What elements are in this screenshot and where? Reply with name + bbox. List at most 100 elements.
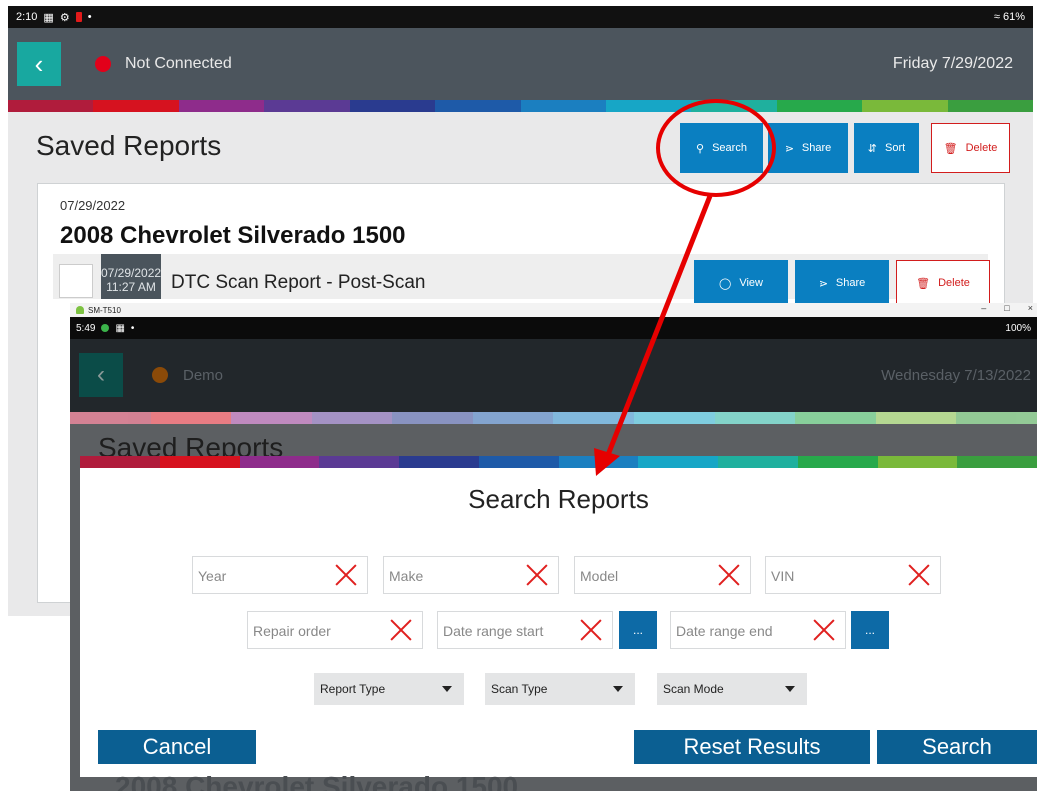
vin-field[interactable]: VIN: [765, 556, 941, 594]
report-row[interactable]: 07/29/2022 11:27 AM DTC Scan Report - Po…: [53, 254, 990, 306]
maximize-icon[interactable]: □: [1004, 303, 1009, 313]
stripe-segment: [862, 100, 948, 112]
row-date: 07/29/2022: [101, 266, 162, 280]
stripe-segment: [349, 100, 436, 112]
dot-icon: •: [87, 11, 92, 23]
stripe-segment: [957, 456, 1037, 468]
minimize-icon[interactable]: –: [981, 303, 986, 313]
scan-type-dropdown[interactable]: Scan Type: [485, 673, 635, 705]
status-time: 2:10: [16, 11, 38, 23]
stripe-segment: [956, 412, 1037, 424]
row-delete-button[interactable]: 🗑 Delete: [896, 260, 990, 306]
scan-type-label: Scan Type: [491, 682, 548, 696]
year-placeholder: Year: [198, 568, 227, 584]
window-title: SM-T510: [88, 305, 121, 315]
back-button[interactable]: ‹: [79, 353, 123, 397]
row-delete-label: Delete: [938, 277, 970, 289]
header-date: Friday 7/29/2022: [892, 55, 1013, 72]
scan-mode-dropdown[interactable]: Scan Mode: [657, 673, 807, 705]
share-button[interactable]: ⋗ Share: [768, 123, 848, 173]
stripe-segment: [178, 100, 265, 112]
row-share-button[interactable]: ⋗ Share: [795, 260, 889, 306]
stripe-segment: [93, 100, 179, 112]
stripe-segment: [795, 412, 876, 424]
delete-button-label: Delete: [965, 142, 998, 154]
stripe-segment: [877, 456, 958, 468]
stripe-segment: [231, 412, 312, 424]
make-field[interactable]: Make: [383, 556, 559, 594]
stripe-segment: [159, 456, 240, 468]
stripe-segment: [714, 412, 796, 424]
sort-button[interactable]: ⇵ Sort: [854, 123, 919, 173]
row-timestamp: 07/29/2022 11:27 AM: [101, 254, 161, 299]
clear-icon[interactable]: [578, 617, 604, 643]
caret-down-icon: [785, 686, 795, 692]
close-icon[interactable]: ×: [1028, 303, 1033, 313]
view-button[interactable]: ◯ View: [694, 260, 788, 306]
chevron-left-icon: ‹: [97, 361, 105, 388]
date-range-start-field[interactable]: Date range start: [437, 611, 613, 649]
page-title: Saved Reports: [36, 130, 222, 161]
connection-status: Demo: [183, 367, 224, 384]
stripe-segment: [311, 412, 393, 424]
reset-results-button[interactable]: Reset Results: [634, 730, 870, 764]
battery-level: 100%: [1005, 322, 1031, 334]
stripe-segment: [638, 456, 718, 468]
search-button-label: Search: [712, 142, 747, 154]
gear-icon: ⚙: [59, 11, 70, 24]
battery-alert-icon: [75, 12, 82, 22]
row-time: 11:27 AM: [106, 280, 156, 294]
row-checkbox[interactable]: [59, 264, 93, 298]
chevron-left-icon: ‹: [34, 48, 44, 79]
clear-icon[interactable]: [524, 562, 550, 588]
model-placeholder: Model: [580, 568, 619, 584]
date-range-end-field[interactable]: Date range end: [670, 611, 846, 649]
stripe-segment: [80, 456, 160, 468]
repair-order-field[interactable]: Repair order: [247, 611, 423, 649]
stripe-segment: [634, 412, 715, 424]
date-end-picker-button[interactable]: ...: [851, 611, 889, 649]
brand-stripe: [80, 456, 1037, 468]
stripe-segment: [392, 412, 473, 424]
row-title: DTC Scan Report - Post-Scan: [171, 272, 426, 293]
search-reports-dialog: Search Reports Year Make Model VIN Repai…: [80, 456, 1037, 777]
cancel-button[interactable]: Cancel: [98, 730, 256, 764]
report-type-dropdown[interactable]: Report Type: [314, 673, 464, 705]
dialog-title: Search Reports: [468, 484, 649, 514]
header-date: Wednesday 7/13/2022: [881, 367, 1031, 384]
window-titlebar: SM-T510 – □ ×: [70, 303, 1037, 317]
clear-icon[interactable]: [811, 617, 837, 643]
stripe-segment: [264, 100, 350, 112]
search-button[interactable]: ⚲ Search: [680, 123, 763, 173]
date-start-picker-button[interactable]: ...: [619, 611, 657, 649]
back-button[interactable]: ‹: [17, 42, 61, 86]
clear-icon[interactable]: [388, 617, 414, 643]
model-field[interactable]: Model: [574, 556, 751, 594]
stripe-segment: [399, 456, 479, 468]
trash-icon: 🗑: [943, 142, 958, 155]
stripe-segment: [718, 456, 798, 468]
report-type-label: Report Type: [320, 682, 386, 696]
clear-icon[interactable]: [333, 562, 359, 588]
view-button-label: View: [739, 277, 763, 289]
row-share-label: Share: [835, 277, 866, 289]
search-submit-button[interactable]: Search: [877, 730, 1037, 764]
clear-icon[interactable]: [716, 562, 742, 588]
stripe-segment: [70, 412, 151, 424]
share-icon: ⋗: [818, 277, 828, 290]
date-range-end-placeholder: Date range end: [676, 623, 773, 639]
stripe-segment: [435, 100, 521, 112]
clear-icon[interactable]: [906, 562, 932, 588]
caret-down-icon: [442, 686, 452, 692]
status-time: 5:49: [76, 322, 96, 334]
share-icon: ⋗: [784, 142, 794, 155]
report-date: 07/29/2022: [60, 198, 126, 213]
android-icon: [76, 306, 84, 314]
notification-icon: ▦: [43, 11, 54, 24]
connection-status-icon: [152, 367, 168, 383]
delete-button[interactable]: 🗑 Delete: [931, 123, 1010, 173]
year-field[interactable]: Year: [192, 556, 368, 594]
stripe-segment: [150, 412, 232, 424]
brand-stripe: [70, 412, 1037, 424]
stripe-segment: [520, 100, 606, 112]
